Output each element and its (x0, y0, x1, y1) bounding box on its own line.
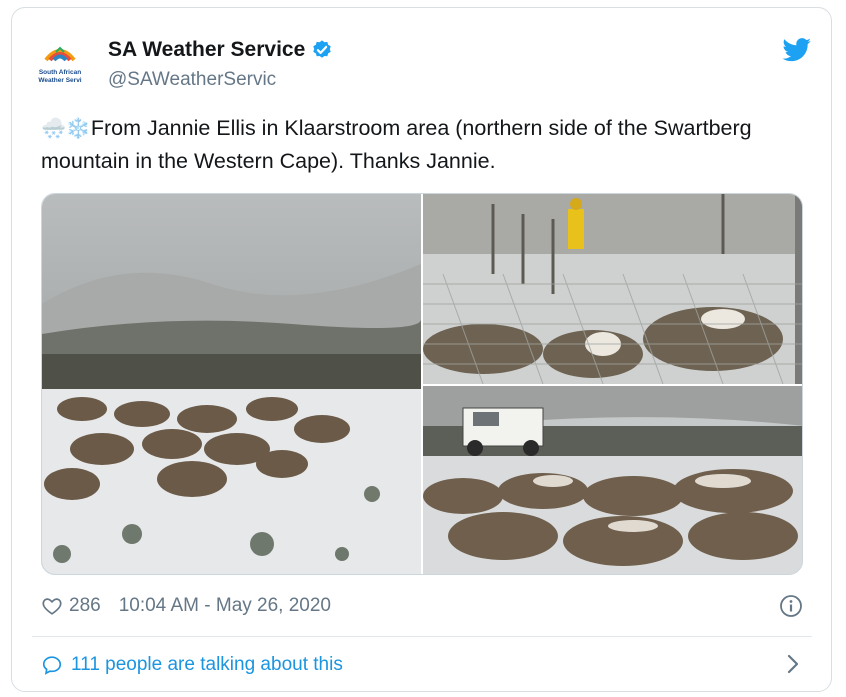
bakkie-sheep-image-icon (423, 386, 802, 574)
divider (32, 636, 812, 637)
saws-logo-icon: South African Weather Servi (32, 36, 88, 92)
like-button[interactable]: 286 (41, 595, 101, 617)
tweet-body: From Jannie Ellis in Klaarstroom area (n… (41, 116, 752, 173)
photo-bakkie-sheep[interactable] (423, 386, 802, 574)
snow-emoji-icon: 🌨️❄️ (41, 118, 91, 140)
photo-sheep-pen[interactable] (423, 194, 802, 384)
avatar[interactable]: South African Weather Servi (32, 36, 88, 92)
sheep-field-image-icon (42, 194, 421, 574)
info-icon[interactable] (779, 594, 803, 618)
author-name[interactable]: SA Weather Service (108, 38, 305, 62)
heart-icon (42, 598, 62, 615)
conversation-link[interactable]: 111 people are talking about this (41, 650, 803, 680)
verified-badge-icon (313, 40, 331, 58)
author-handle[interactable]: @SAWeatherServic (108, 69, 276, 91)
tweet-meta: 286 10:04 AM - May 26, 2020 (41, 592, 803, 620)
media-grid (41, 193, 803, 575)
chevron-right-icon[interactable] (783, 653, 803, 675)
photo-sheep-snow-field[interactable] (42, 194, 421, 574)
comment-bubble-icon (42, 656, 62, 675)
tweet-timestamp[interactable]: 10:04 AM - May 26, 2020 (119, 595, 331, 617)
logo-text-1: South African (39, 69, 81, 76)
tweet-text: 🌨️❄️From Jannie Ellis in Klaarstroom are… (41, 112, 801, 177)
twitter-bird-icon[interactable] (782, 38, 812, 62)
conversation-count[interactable]: 111 people are talking about this (71, 654, 343, 676)
sheep-pen-image-icon (423, 194, 802, 384)
logo-text-2: Weather Servi (38, 77, 81, 84)
tweet-header: South African Weather Servi SA Weather S… (32, 36, 812, 96)
like-count: 286 (69, 595, 101, 616)
